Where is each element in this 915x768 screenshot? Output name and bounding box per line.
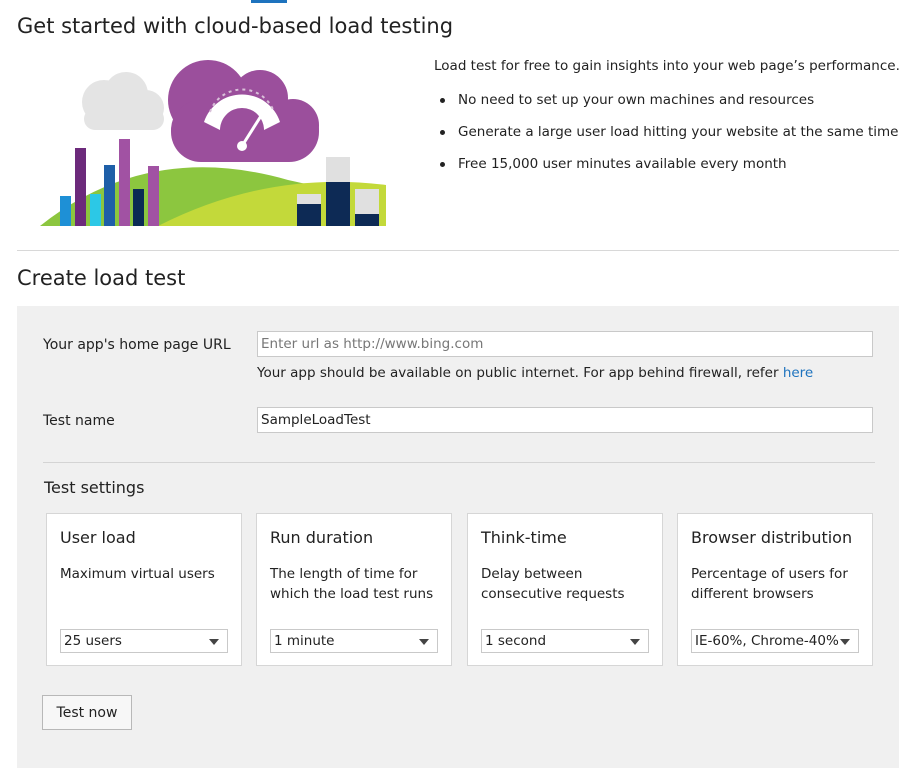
intro-text: Load test for free to gain insights into… [434, 58, 900, 74]
load-testing-illustration [40, 60, 386, 226]
test-settings-title: Test settings [44, 478, 145, 497]
feature-item: Generate a large user load hitting your … [434, 122, 904, 154]
feature-item: Free 15,000 user minutes available every… [434, 154, 904, 186]
browser-distribution-select[interactable]: IE-60%, Chrome-40% [691, 629, 859, 653]
speedometer-cloud-icon [168, 60, 319, 162]
section-divider [17, 250, 899, 251]
create-load-test-form: Your app's home page URL Your app should… [17, 306, 899, 768]
load-test-page: Get started with cloud-based load testin… [0, 0, 915, 768]
test-now-button[interactable]: Test now [42, 695, 132, 730]
chevron-down-icon [630, 639, 640, 645]
feature-item: No need to set up your own machines and … [434, 90, 904, 122]
card-title: Run duration [270, 528, 374, 547]
run-duration-select[interactable]: 1 minute [270, 629, 438, 653]
user-load-select[interactable]: 25 users [60, 629, 228, 653]
run-duration-card: Run duration The length of time for whic… [256, 513, 452, 666]
test-name-input[interactable] [257, 407, 873, 433]
card-description: Delay between consecutive requests [481, 566, 625, 602]
card-description: Percentage of users for different browse… [691, 566, 848, 602]
url-hint: Your app should be available on public i… [257, 365, 813, 381]
browser-distribution-card: Browser distribution Percentage of users… [677, 513, 873, 666]
gray-cloud-icon [82, 72, 164, 130]
card-title: User load [60, 528, 136, 547]
chevron-down-icon [209, 639, 219, 645]
active-tab-indicator [251, 0, 287, 3]
selected-value: 25 users [64, 633, 122, 649]
feature-list: No need to set up your own machines and … [434, 90, 904, 186]
think-time-card: Think-time Delay between consecutive req… [467, 513, 663, 666]
test-name-label: Test name [43, 413, 115, 429]
hero-title: Get started with cloud-based load testin… [17, 14, 454, 38]
think-time-select[interactable]: 1 second [481, 629, 649, 653]
url-label: Your app's home page URL [43, 337, 231, 353]
card-description: Maximum virtual users [60, 566, 215, 582]
firewall-help-link[interactable]: here [783, 365, 813, 381]
settings-divider [43, 462, 875, 463]
selected-value: 1 second [485, 633, 547, 649]
user-load-card: User load Maximum virtual users 25 users [46, 513, 242, 666]
selected-value: 1 minute [274, 633, 335, 649]
url-input[interactable] [257, 331, 873, 357]
card-description: The length of time for which the load te… [270, 566, 434, 602]
chevron-down-icon [840, 639, 850, 645]
selected-value: IE-60%, Chrome-40% [695, 633, 839, 649]
create-title: Create load test [17, 266, 186, 290]
intro-section: Load test for free to gain insights into… [434, 56, 904, 186]
chevron-down-icon [419, 639, 429, 645]
card-title: Browser distribution [691, 528, 853, 547]
url-hint-text: Your app should be available on public i… [257, 365, 783, 381]
card-title: Think-time [481, 528, 567, 547]
